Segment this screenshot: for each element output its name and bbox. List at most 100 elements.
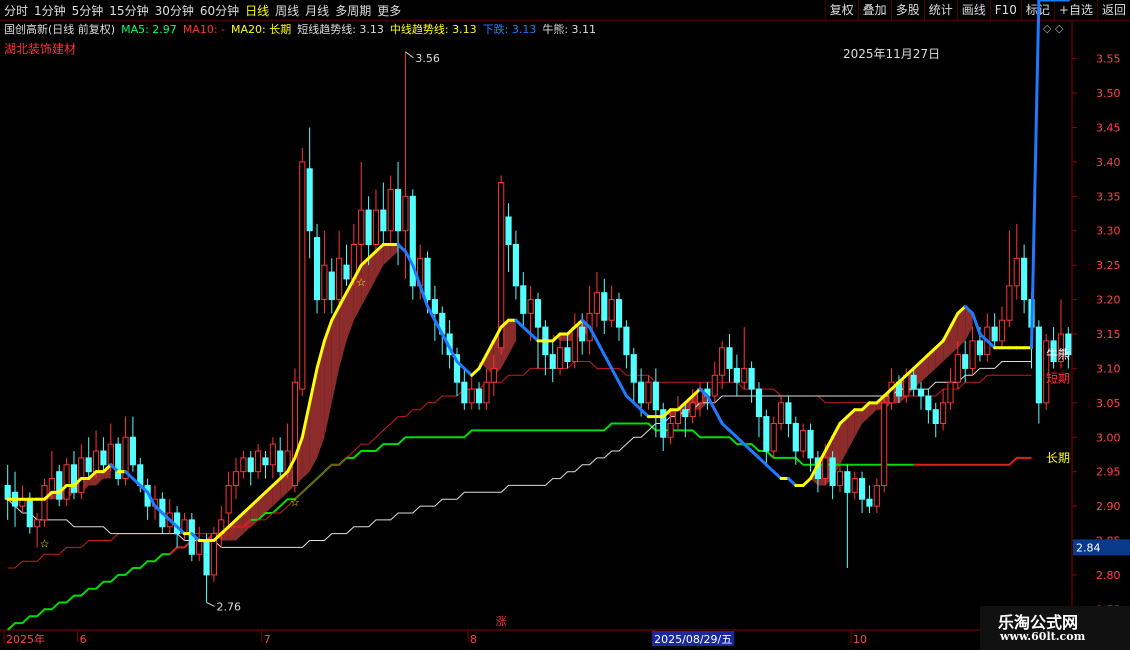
candle-body[interactable] [844,471,851,493]
candle-body[interactable] [232,471,240,486]
candle-body[interactable] [225,484,232,514]
candle-body[interactable] [26,498,33,528]
candle-body[interactable] [564,347,571,363]
candle-body[interactable] [336,257,343,301]
candle-body[interactable] [719,347,726,376]
candle-body[interactable] [255,450,262,473]
candle-body[interactable] [954,354,961,383]
candle-body[interactable] [859,478,866,500]
candle-body[interactable] [70,464,78,493]
candle-body[interactable] [807,429,814,459]
candle-body[interactable] [534,299,542,328]
candle-body[interactable] [947,381,954,404]
candle-body[interactable] [748,367,755,390]
candle-body[interactable] [777,402,785,424]
candle-body[interactable] [196,540,203,555]
candle-body[interactable] [387,188,394,232]
candle-body[interactable] [866,498,873,507]
candle-body[interactable] [1035,326,1042,404]
candle-body[interactable] [645,381,652,404]
candle-body[interactable] [822,457,829,480]
candle-body[interactable] [608,299,615,321]
candlestick-chart[interactable]: 2.752.802.852.902.953.003.053.103.153.20… [0,0,1130,650]
candle-body[interactable] [380,209,387,232]
candle-body[interactable] [291,381,299,486]
candle-body[interactable] [203,540,210,576]
candle-body[interactable] [115,443,122,480]
candle-body[interactable] [917,388,925,397]
candle-body[interactable] [851,478,858,493]
candle-body[interactable] [262,457,269,466]
candle-body[interactable] [468,388,475,404]
candle-body[interactable] [991,326,998,342]
candle-body[interactable] [549,354,556,369]
candle-body[interactable] [601,292,608,321]
candle-body[interactable] [741,367,748,383]
candle-body[interactable] [343,264,350,280]
candle-body[interactable] [593,292,601,314]
candle-body[interactable] [358,209,365,246]
candle-body[interactable] [277,450,284,473]
candle-body[interactable] [240,457,247,473]
candle-body[interactable] [1006,285,1013,321]
candle-body[interactable] [969,340,976,369]
candle-body[interactable] [925,395,932,411]
candle-body[interactable] [431,299,438,314]
candle-body[interactable] [313,237,321,301]
candle-body[interactable] [962,354,969,369]
candle-body[interactable] [41,484,48,521]
candle-body[interactable] [674,409,682,424]
candle-body[interactable] [689,402,696,418]
candle-body[interactable] [56,471,63,500]
candle-body[interactable] [763,416,770,452]
candle-body[interactable] [78,457,85,493]
candle-body[interactable] [85,457,92,473]
candle-body[interactable] [940,402,947,424]
candle-body[interactable] [682,409,689,418]
candle-body[interactable] [100,450,107,466]
candle-body[interactable] [829,457,836,486]
candle-body[interactable] [107,443,114,466]
candle-body[interactable] [726,347,733,369]
candle-body[interactable] [490,367,497,383]
candle-body[interactable] [92,450,100,473]
candle-body[interactable] [652,381,659,411]
candle-body[interactable] [34,519,41,528]
candle-body[interactable] [976,340,984,356]
candle-body[interactable] [667,422,674,438]
candle-body[interactable] [247,457,254,473]
candle-body[interactable] [638,381,645,404]
candle-body[interactable] [402,195,409,232]
candle-body[interactable] [365,209,372,246]
candle-body[interactable] [527,299,534,314]
candle-body[interactable] [733,367,740,383]
candle-body[interactable] [711,374,718,397]
candle-body[interactable] [512,244,519,287]
candle-body[interactable] [321,264,328,301]
candle-body[interactable] [475,388,483,404]
candle-body[interactable] [557,347,564,369]
candle-body[interactable] [1021,257,1028,301]
candle-body[interactable] [129,436,136,466]
candle-body[interactable] [461,381,468,404]
candle-body[interactable] [792,422,799,452]
candle-body[interactable] [623,326,630,356]
candle-body[interactable] [873,484,880,507]
candle-body[interactable] [394,188,402,232]
candle-body[interactable] [48,478,55,493]
candle-body[interactable] [372,209,380,246]
candle-body[interactable] [579,326,586,342]
candle-body[interactable] [1013,257,1020,287]
candle-body[interactable] [269,443,276,466]
candle-body[interactable] [424,257,431,301]
candle-body[interactable] [63,464,70,500]
candle-body[interactable] [910,374,917,390]
candle-body[interactable] [4,484,11,500]
candle-body[interactable] [881,402,888,486]
candle-body[interactable] [755,388,763,418]
candle-body[interactable] [615,299,623,328]
candle-body[interactable] [306,168,313,232]
candle-body[interactable] [785,402,792,424]
candle-body[interactable] [328,271,335,301]
candle-body[interactable] [630,354,637,383]
